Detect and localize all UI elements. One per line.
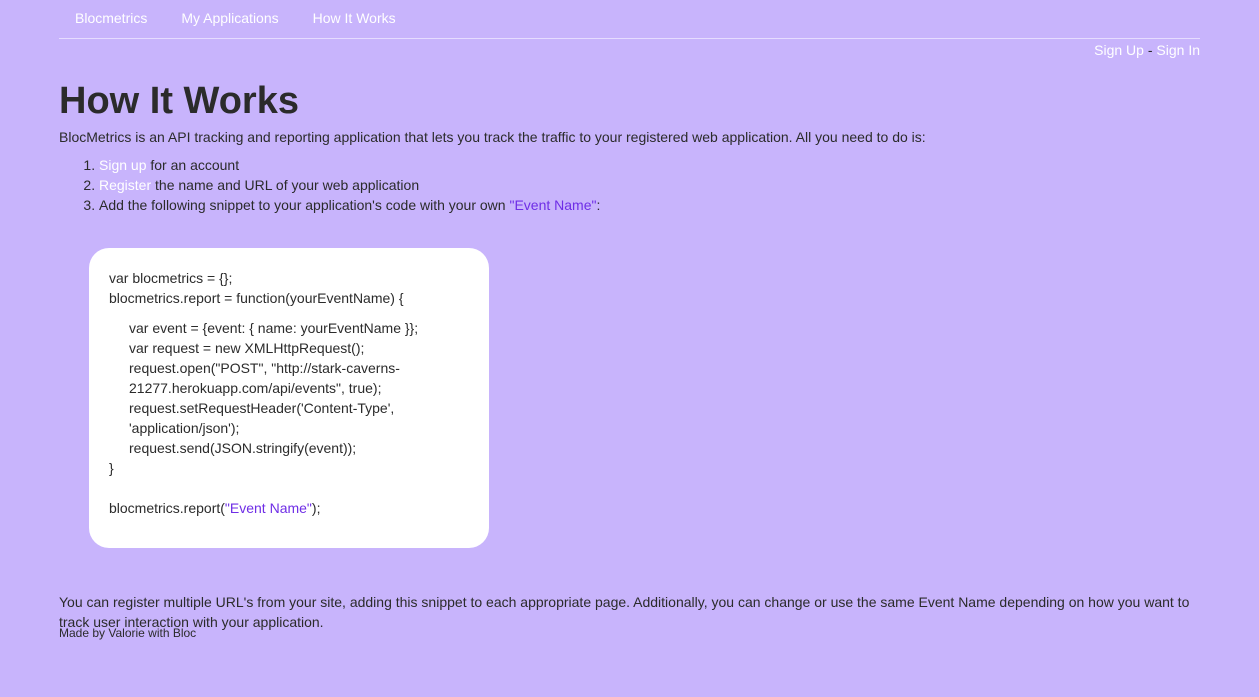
code-line: var request = new XMLHttpRequest(); (129, 340, 365, 356)
step-item: Register the name and URL of your web ap… (99, 175, 1200, 195)
auth-separator: - (1143, 42, 1157, 58)
code-event-name: "Event Name" (224, 500, 312, 516)
code-line: } (109, 460, 114, 476)
code-snippet: var blocmetrics = {}; blocmetrics.report… (89, 248, 489, 548)
steps-list: Sign up for an account Register the name… (59, 155, 1200, 215)
sign-in-link[interactable]: Sign In (1156, 42, 1200, 58)
code-line: request.send(JSON.stringify(event)); (129, 440, 357, 456)
sign-up-link[interactable]: Sign Up (1094, 42, 1144, 58)
code-line: blocmetrics.report = function(yourEventN… (109, 290, 404, 306)
auth-links: Sign Up - Sign In (59, 42, 1200, 62)
register-step-link[interactable]: Register (99, 177, 151, 193)
code-call-pre: blocmetrics.report( (109, 500, 225, 516)
event-name-highlight: "Event Name" (509, 197, 597, 213)
code-line: request.open("POST", "http://stark-caver… (129, 360, 400, 376)
top-nav: Blocmetrics My Applications How It Works (59, 0, 1200, 39)
step-text: for an account (146, 157, 240, 173)
code-line: 21277.herokuapp.com/api/events", true); (129, 380, 382, 396)
step-item: Sign up for an account (99, 155, 1200, 175)
nav-item-blocmetrics[interactable]: Blocmetrics (75, 10, 147, 28)
code-call-post: ); (311, 500, 321, 516)
nav-item-how-it-works[interactable]: How It Works (313, 10, 396, 28)
page-title: How It Works (59, 80, 299, 122)
footer-text: Made by Valorie with Bloc (59, 626, 197, 640)
nav-item-my-applications[interactable]: My Applications (181, 10, 278, 28)
step-text: the name and URL of your web application (151, 177, 420, 193)
step-item: Add the following snippet to your applic… (99, 195, 1200, 215)
step-text: : (596, 197, 601, 213)
code-line: blocmetrics.report("Event Name"); (109, 498, 469, 518)
code-line: request.setRequestHeader('Content-Type', (129, 400, 395, 416)
step-text: Add the following snippet to your applic… (99, 197, 510, 213)
code-line: var blocmetrics = {}; (109, 270, 233, 286)
after-text: You can register multiple URL's from you… (59, 594, 1190, 630)
code-line: 'application/json'); (129, 420, 240, 436)
intro-text: BlocMetrics is an API tracking and repor… (59, 129, 926, 145)
code-line: var event = {event: { name: yourEventNam… (129, 320, 419, 336)
page-container: Blocmetrics My Applications How It Works… (59, 0, 1200, 640)
sign-up-step-link[interactable]: Sign up (99, 157, 146, 173)
